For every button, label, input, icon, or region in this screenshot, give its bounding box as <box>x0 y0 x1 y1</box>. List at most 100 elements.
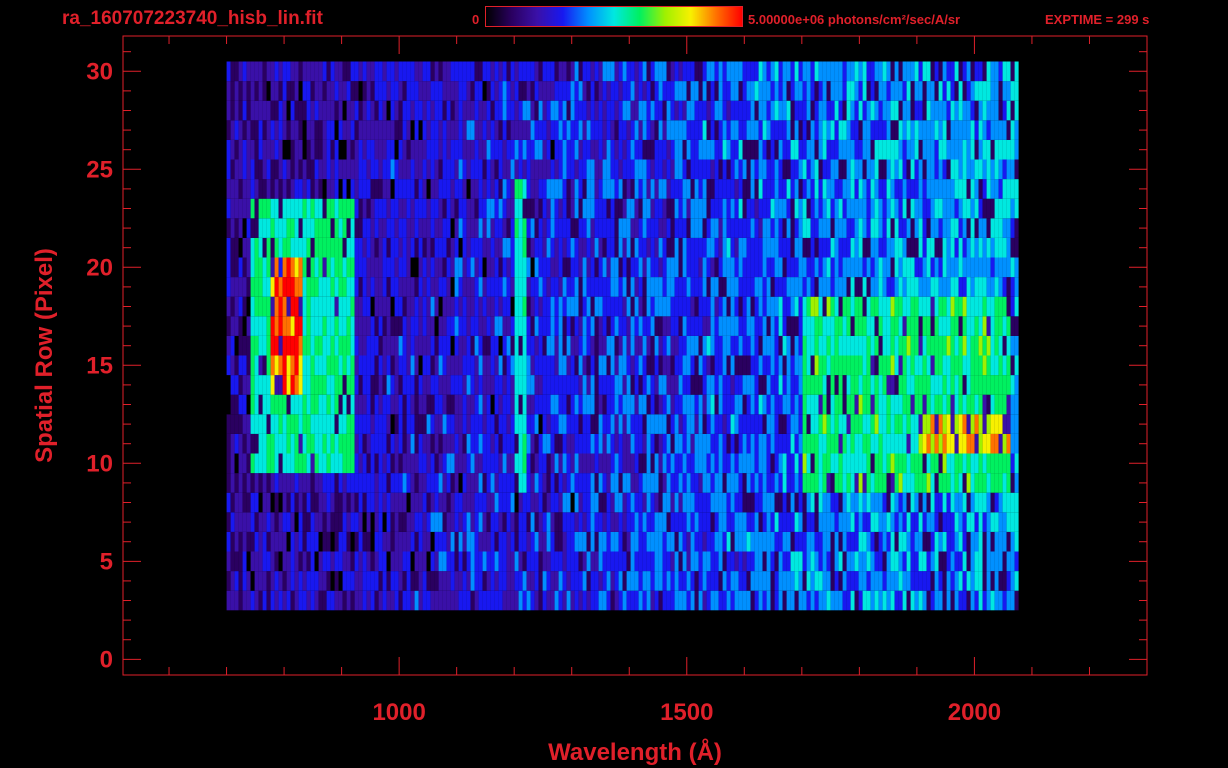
heatmap-cell <box>630 531 635 552</box>
heatmap-cell <box>878 179 883 199</box>
heatmap-cell <box>810 198 815 219</box>
heatmap-cell <box>466 257 471 278</box>
heatmap-cell <box>666 375 671 395</box>
heatmap-cell <box>930 120 935 140</box>
heatmap-cell <box>314 355 319 376</box>
heatmap-cell <box>790 492 795 513</box>
heatmap-cell <box>414 453 419 474</box>
heatmap-cell <box>766 159 771 180</box>
heatmap-cell <box>282 120 287 140</box>
heatmap-cell <box>530 414 535 434</box>
heatmap-cell <box>438 453 443 474</box>
heatmap-cell <box>302 139 307 160</box>
heatmap-cell <box>490 590 495 611</box>
heatmap-cell <box>866 571 871 591</box>
heatmap-cell <box>662 394 667 415</box>
heatmap-cell <box>746 296 751 317</box>
heatmap-cell <box>950 179 955 199</box>
heatmap-cell <box>822 335 827 356</box>
heatmap-cell <box>554 531 559 552</box>
heatmap-cell <box>518 335 523 356</box>
heatmap-cell <box>298 335 303 356</box>
heatmap-cell <box>962 414 967 434</box>
heatmap-cell <box>994 335 999 356</box>
heatmap-cell <box>258 100 263 121</box>
heatmap-cell <box>634 198 639 219</box>
heatmap-cell <box>442 296 447 317</box>
heatmap-cell <box>670 473 675 493</box>
heatmap-cell <box>318 512 323 532</box>
heatmap-cell <box>342 179 347 199</box>
heatmap-cell <box>546 277 551 297</box>
heatmap-cell <box>590 198 595 219</box>
heatmap-cell <box>954 198 959 219</box>
heatmap-cell <box>550 120 555 140</box>
heatmap-cell <box>1014 473 1019 493</box>
heatmap-cell <box>378 198 383 219</box>
heatmap-cell <box>994 257 999 278</box>
heatmap-cell <box>950 296 955 317</box>
heatmap-cell <box>386 375 391 395</box>
heatmap-cell <box>786 453 791 474</box>
heatmap-cell <box>426 394 431 415</box>
heatmap-cell <box>946 218 951 238</box>
heatmap-cell <box>354 590 359 611</box>
heatmap-cell <box>886 414 891 434</box>
heatmap-cell <box>446 571 451 591</box>
heatmap-cell <box>890 531 895 552</box>
heatmap-cell <box>582 316 587 336</box>
heatmap-cell <box>278 453 283 474</box>
heatmap-cell <box>986 257 991 278</box>
heatmap-cell <box>446 551 451 572</box>
heatmap-cell <box>962 355 967 376</box>
heatmap-cell <box>718 218 723 238</box>
heatmap-cell <box>878 531 883 552</box>
heatmap-cell <box>474 277 479 297</box>
heatmap-cell <box>454 492 459 513</box>
heatmap-cell <box>530 492 535 513</box>
heatmap-cell <box>854 394 859 415</box>
heatmap-cell <box>446 453 451 474</box>
heatmap-cell <box>522 159 527 180</box>
heatmap-cell <box>514 277 519 297</box>
heatmap-cell <box>722 335 727 356</box>
heatmap-cell <box>514 355 519 376</box>
heatmap-cell <box>470 492 475 513</box>
heatmap-cell <box>662 159 667 180</box>
heatmap-cell <box>510 512 515 532</box>
heatmap-cell <box>670 531 675 552</box>
heatmap-cell <box>654 531 659 552</box>
heatmap-cell <box>450 316 455 336</box>
heatmap-cell <box>918 179 923 199</box>
heatmap-cell <box>910 159 915 180</box>
heatmap-cell <box>518 433 523 454</box>
heatmap-cell <box>630 433 635 454</box>
heatmap-cell <box>814 179 819 199</box>
heatmap-cell <box>958 433 963 454</box>
heatmap-cell <box>718 375 723 395</box>
heatmap-cell <box>782 492 787 513</box>
heatmap-cell <box>310 433 315 454</box>
heatmap-cell <box>766 316 771 336</box>
heatmap-cell <box>850 394 855 415</box>
heatmap-cell <box>562 492 567 513</box>
heatmap-cell <box>970 394 975 415</box>
heatmap-cell <box>550 277 555 297</box>
heatmap-cell <box>610 453 615 474</box>
heatmap-cell <box>566 159 571 180</box>
heatmap-cell <box>666 571 671 591</box>
heatmap-cell <box>610 394 615 415</box>
heatmap-cell <box>946 179 951 199</box>
heatmap-cell <box>330 335 335 356</box>
heatmap-cell <box>462 355 467 376</box>
heatmap-cell <box>266 492 271 513</box>
heatmap-cell <box>266 355 271 376</box>
heatmap-cell <box>990 571 995 591</box>
heatmap-cell <box>254 218 259 238</box>
heatmap-cell <box>782 355 787 376</box>
heatmap-cell <box>538 277 543 297</box>
heatmap-cell <box>462 394 467 415</box>
heatmap-cell <box>342 512 347 532</box>
heatmap-cell <box>498 433 503 454</box>
heatmap-cell <box>894 296 899 317</box>
